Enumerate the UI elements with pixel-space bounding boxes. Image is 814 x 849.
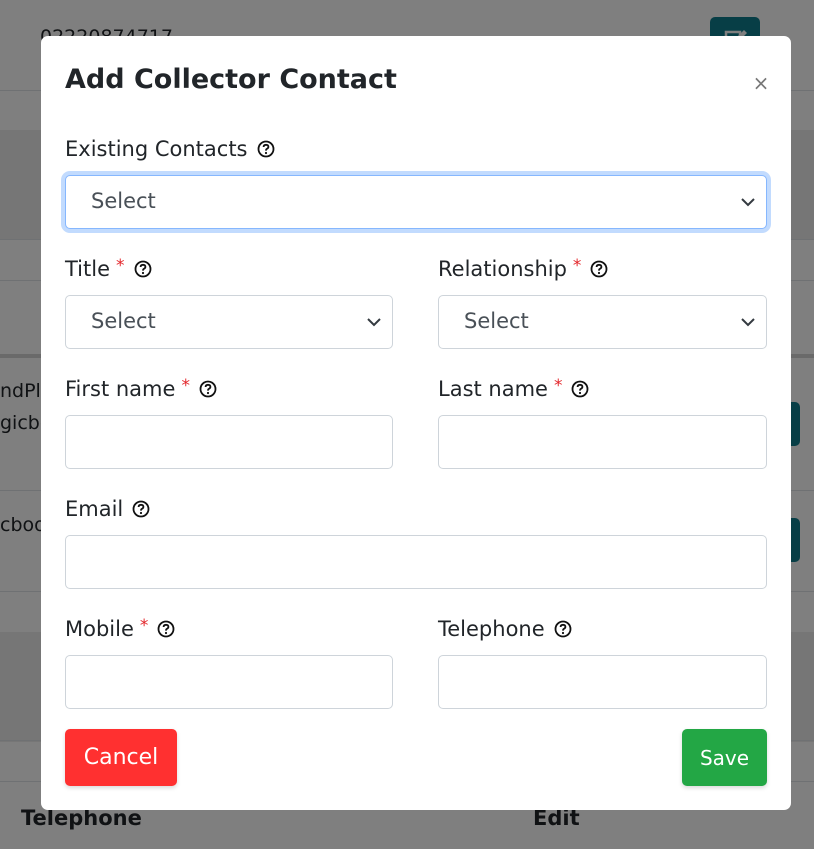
- email-input[interactable]: [65, 535, 767, 589]
- cancel-button[interactable]: Cancel: [65, 729, 177, 786]
- question-circle-icon[interactable]: [590, 260, 608, 278]
- telephone-input[interactable]: [438, 655, 767, 709]
- question-circle-icon[interactable]: [571, 380, 589, 398]
- relationship-value: Select: [464, 309, 529, 333]
- chevron-down-icon: [367, 318, 381, 327]
- telephone-field: Telephone: [438, 615, 767, 709]
- existing-contacts-label: Existing Contacts: [65, 137, 248, 161]
- existing-contacts-field: Existing Contacts Select: [65, 135, 767, 229]
- required-marker: *: [572, 256, 582, 276]
- required-marker: *: [116, 256, 125, 276]
- add-collector-contact-modal: Add Collector Contact × Existing Contact…: [41, 36, 791, 810]
- first-name-input[interactable]: [65, 415, 393, 469]
- question-circle-icon[interactable]: [132, 500, 150, 518]
- title-label: Title: [65, 257, 111, 281]
- first-name-field: First name *: [65, 375, 393, 469]
- question-circle-icon[interactable]: [134, 260, 152, 278]
- question-circle-icon[interactable]: [199, 380, 217, 398]
- question-circle-icon[interactable]: [157, 620, 175, 638]
- first-name-label: First name: [65, 377, 176, 401]
- chevron-down-icon: [741, 198, 755, 207]
- chevron-down-icon: [741, 318, 755, 327]
- title-field: Title * Select: [65, 255, 393, 349]
- close-icon: ×: [752, 71, 770, 95]
- existing-contacts-select[interactable]: Select: [65, 175, 767, 229]
- question-circle-icon[interactable]: [554, 620, 572, 638]
- telephone-label: Telephone: [438, 617, 545, 641]
- existing-contacts-value: Select: [91, 189, 156, 213]
- mobile-field: Mobile *: [65, 615, 393, 709]
- relationship-label: Relationship: [438, 257, 567, 281]
- modal-title: Add Collector Contact: [65, 64, 397, 95]
- last-name-input[interactable]: [438, 415, 767, 469]
- required-marker: *: [139, 616, 149, 636]
- email-label: Email: [65, 497, 124, 521]
- save-button[interactable]: Save: [682, 729, 767, 786]
- close-button[interactable]: ×: [750, 72, 772, 94]
- email-field: Email: [65, 495, 767, 589]
- mobile-label: Mobile: [65, 617, 134, 641]
- last-name-field: Last name *: [438, 375, 767, 469]
- required-marker: *: [553, 376, 563, 396]
- relationship-field: Relationship * Select: [438, 255, 767, 349]
- relationship-select[interactable]: Select: [438, 295, 767, 349]
- title-value: Select: [91, 309, 156, 333]
- mobile-input[interactable]: [65, 655, 393, 709]
- last-name-label: Last name: [438, 377, 548, 401]
- required-marker: *: [181, 376, 190, 396]
- title-select[interactable]: Select: [65, 295, 393, 349]
- question-circle-icon[interactable]: [257, 140, 275, 158]
